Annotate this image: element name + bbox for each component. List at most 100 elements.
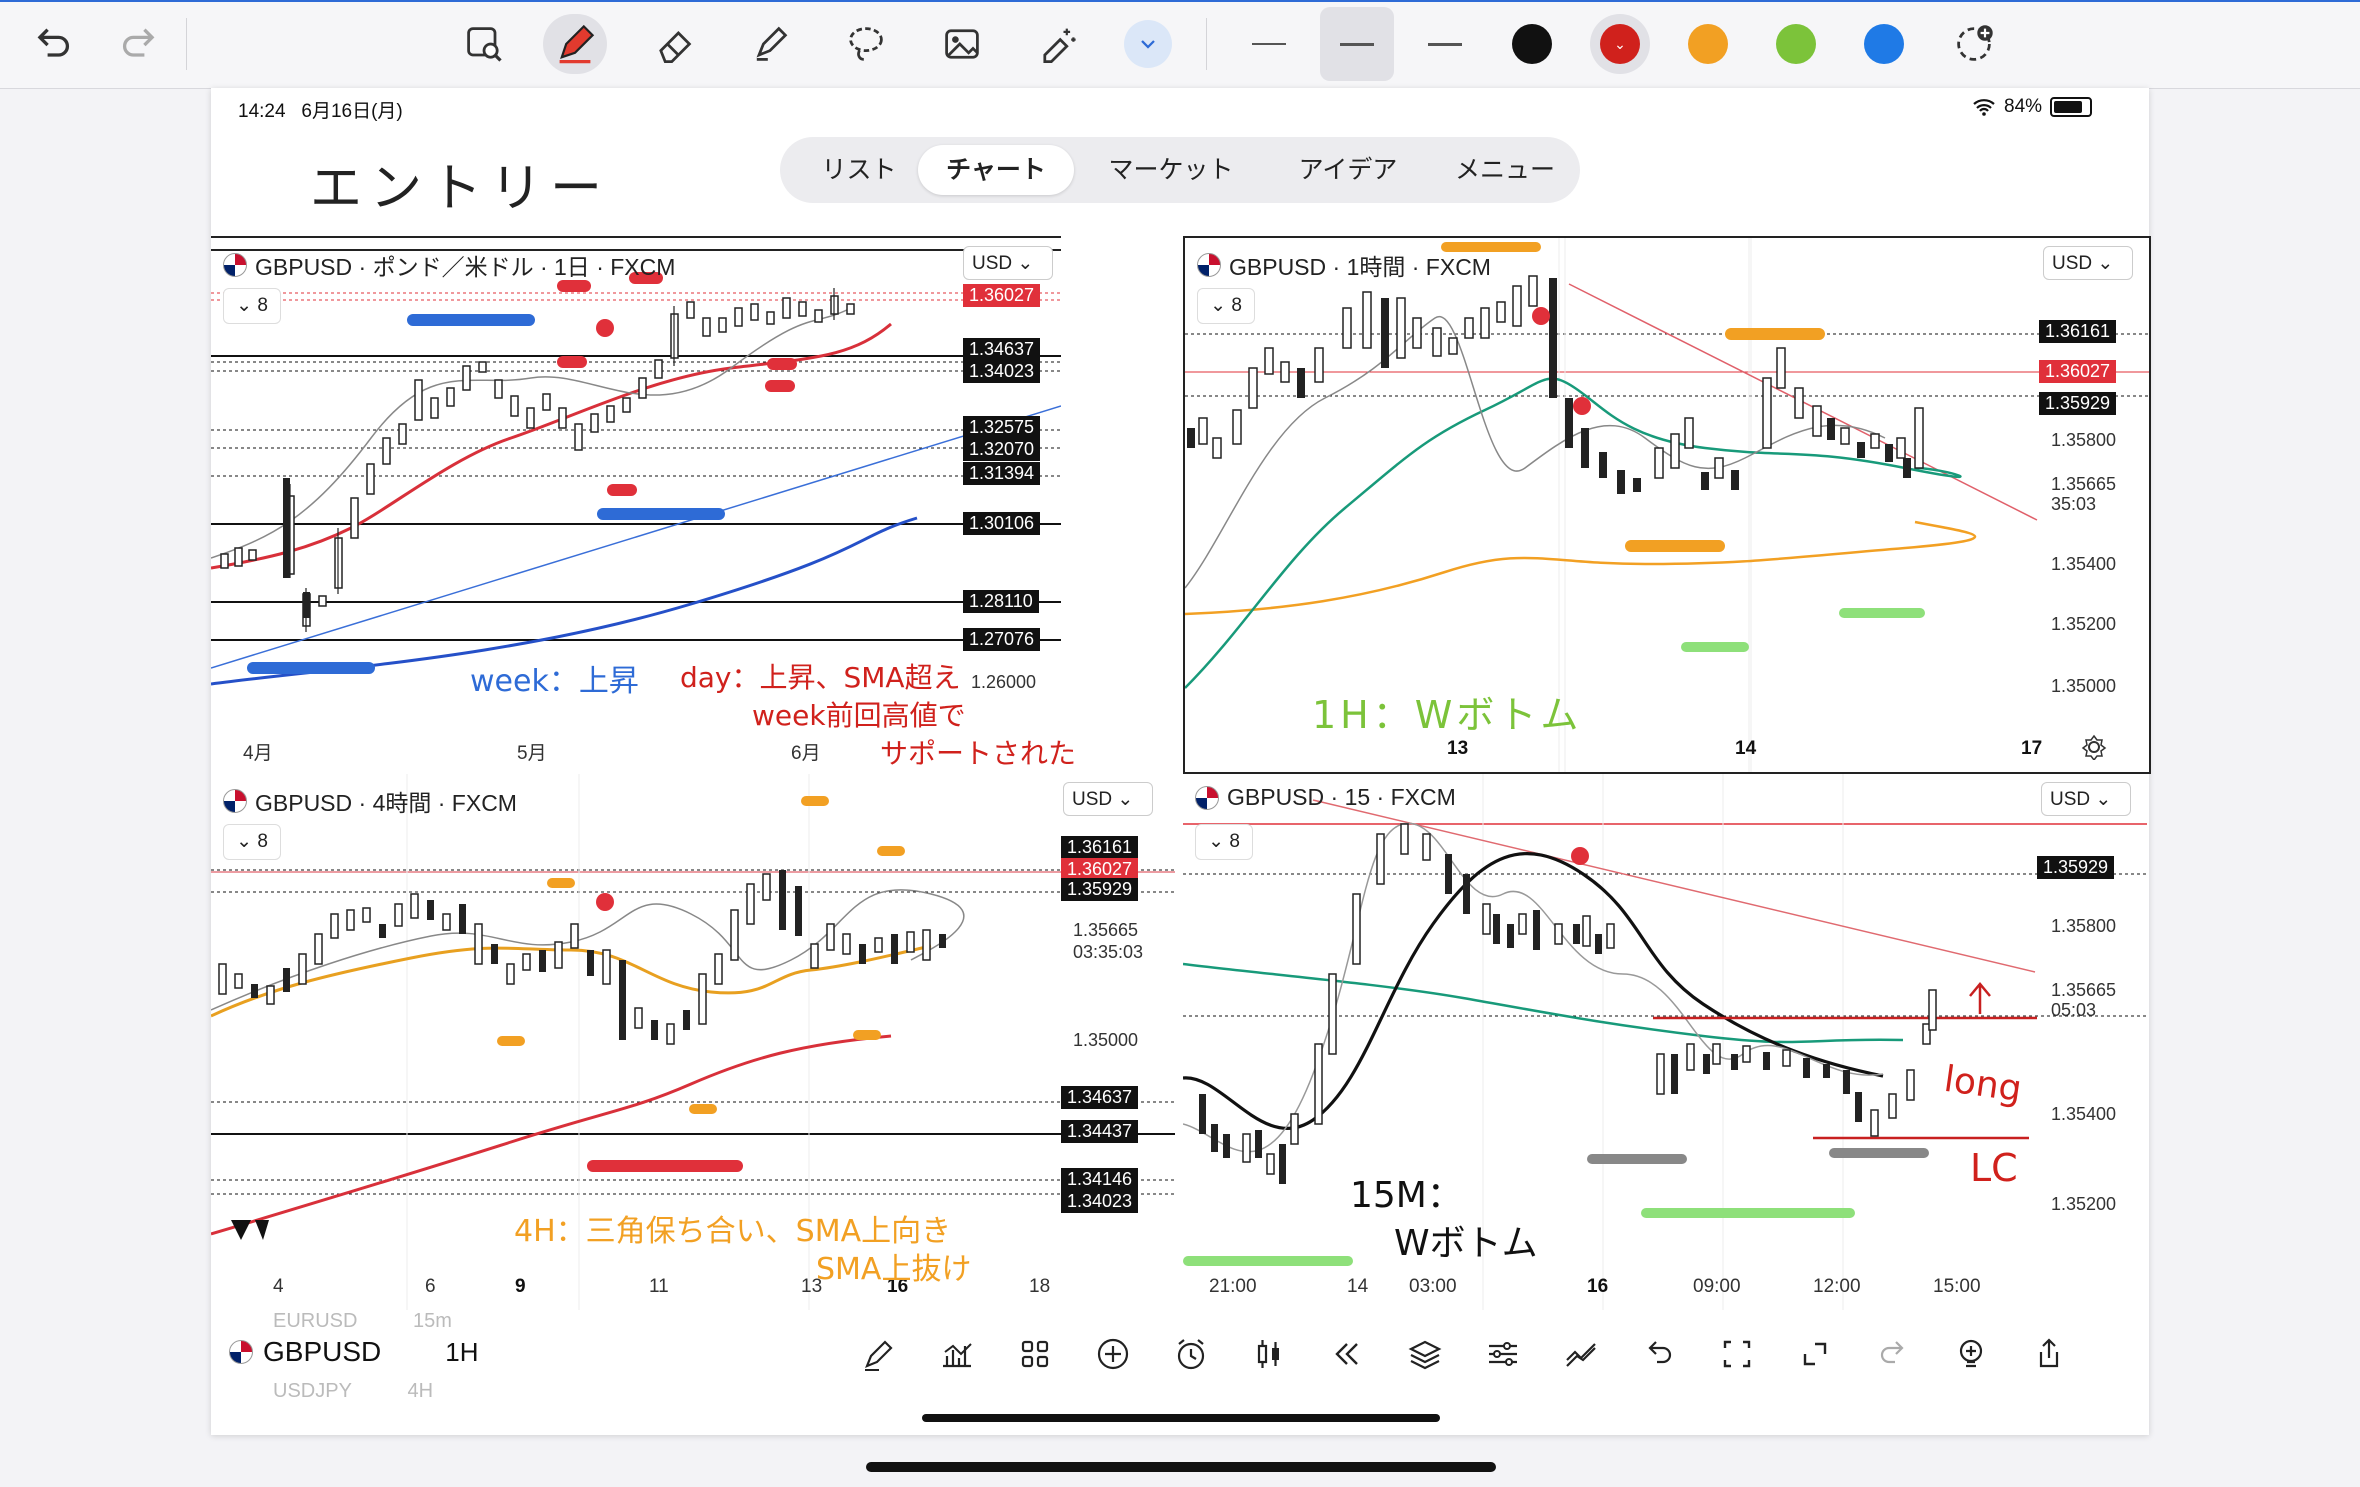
- h4-price-tag: 1.34437: [1061, 1120, 1139, 1143]
- h4-price-tag: 1.35929: [1061, 878, 1139, 901]
- annotation-toolbar: ⌄: [0, 0, 2360, 89]
- indicators-icon[interactable]: [933, 1330, 981, 1378]
- h4-price-tag: 1.34146: [1061, 1168, 1139, 1191]
- note-lc: LC: [1970, 1146, 2018, 1190]
- m15-x-label: 03:00: [1409, 1276, 1457, 1297]
- daily-price-tag: 1.32070: [963, 438, 1041, 461]
- symbol-label: GBPUSD: [263, 1336, 382, 1367]
- settings-sliders-icon[interactable]: [1479, 1330, 1527, 1378]
- m15-title-text: GBPUSD · 15 · FXCM: [1227, 784, 1456, 810]
- fullscreen-icon[interactable]: [1791, 1330, 1839, 1378]
- color-green-icon[interactable]: [1776, 24, 1816, 64]
- m15-x-label: 12:00: [1813, 1276, 1861, 1297]
- h4-x-label: 18: [1029, 1276, 1051, 1297]
- chart-bottom-toolbar: EURUSD 15m GBPUSD 1H USDJPY 4H: [211, 1310, 2149, 1402]
- h1-price-label: 1.35200: [2051, 614, 2117, 634]
- h4-price-tag: 1.34637: [1061, 1086, 1139, 1109]
- tab-list[interactable]: リスト: [794, 145, 924, 195]
- h1-price-tag: 1.36027: [2039, 360, 2117, 383]
- idea-bulb-icon[interactable]: [1947, 1330, 1995, 1378]
- daily-currency-select[interactable]: USD ⌄: [963, 246, 1053, 280]
- m15-chart-canvas: [1183, 774, 2147, 1310]
- daily-currency-label: USD: [972, 253, 1013, 274]
- gbp-flag-icon: [1197, 253, 1221, 277]
- daily-price-tag: 1.36027: [963, 284, 1041, 307]
- wifi-icon: [1973, 99, 1995, 116]
- h1-currency-label: USD: [2052, 253, 2093, 274]
- replay-icon[interactable]: [1323, 1330, 1371, 1378]
- redo-icon[interactable]: [1869, 1330, 1917, 1378]
- tab-market[interactable]: マーケット: [1080, 145, 1262, 195]
- status-time-date: 14:24 6月16日(月): [238, 96, 403, 123]
- h1-interval-dropdown[interactable]: ⌄ 8: [1197, 288, 1255, 324]
- compare-lines-icon[interactable]: [1557, 1330, 1605, 1378]
- daily-price-tag: 1.34637: [963, 338, 1041, 361]
- h1-title-text: GBPUSD · 1時間 · FXCM: [1229, 254, 1491, 280]
- tab-chart[interactable]: チャート: [918, 145, 1074, 195]
- share-icon[interactable]: [2025, 1330, 2073, 1378]
- daily-x-label: 6月: [791, 743, 821, 764]
- h4-currency-select[interactable]: USD ⌄: [1063, 782, 1153, 816]
- layout-grid-icon[interactable]: [1011, 1330, 1059, 1378]
- chevron-down-icon[interactable]: [1124, 20, 1172, 68]
- h4-interval-dropdown[interactable]: ⌄ 8: [223, 824, 281, 860]
- pen-icon[interactable]: [543, 14, 607, 74]
- gbp-flag-icon: [223, 789, 247, 813]
- m15-interval-dropdown[interactable]: ⌄ 8: [1195, 824, 1253, 860]
- stroke-medium-icon[interactable]: [1320, 7, 1394, 81]
- color-red-icon[interactable]: ⌄: [1590, 14, 1650, 74]
- daily-interval-dropdown[interactable]: ⌄ 8: [223, 288, 281, 324]
- h4-x-label: 4: [273, 1276, 284, 1297]
- layers-icon[interactable]: [1401, 1330, 1449, 1378]
- magic-eraser-icon[interactable]: [1026, 14, 1090, 74]
- m15-x-label: 14: [1347, 1276, 1369, 1297]
- h4-title: GBPUSD · 4時間 · FXCM: [223, 784, 517, 818]
- h1-price-label: 1.35400: [2051, 554, 2117, 574]
- color-blue-icon[interactable]: [1864, 24, 1904, 64]
- image-icon[interactable]: [930, 14, 994, 74]
- daily-interval-label: 8: [257, 295, 268, 316]
- crosshair-frame-icon[interactable]: [1713, 1330, 1761, 1378]
- add-icon[interactable]: [1089, 1330, 1137, 1378]
- settings-gear-icon[interactable]: [2081, 734, 2107, 762]
- m15-price-tag: 1.35929: [2037, 856, 2115, 879]
- daily-x-label: 5月: [517, 743, 547, 764]
- m15-currency-label: USD: [2050, 789, 2091, 810]
- tab-ideas[interactable]: アイデア: [1268, 145, 1428, 195]
- add-color-icon[interactable]: [1942, 14, 2006, 74]
- eraser-icon[interactable]: [642, 14, 706, 74]
- h1-currency-select[interactable]: USD ⌄: [2043, 246, 2133, 280]
- h4-currency-label: USD: [1072, 789, 1113, 810]
- highlighter-icon[interactable]: [738, 14, 802, 74]
- ghost-interval-below-text: 4H: [407, 1380, 434, 1402]
- gbp-flag-icon: [229, 1340, 253, 1364]
- redo-icon[interactable]: [108, 14, 172, 74]
- h1-x-label: 13: [1447, 738, 1469, 759]
- stroke-thick-icon[interactable]: [1428, 43, 1462, 46]
- chart-panel-15m[interactable]: GBPUSD · 15 · FXCM USD ⌄ ⌄ 8 1.35929 1.3…: [1183, 774, 2147, 1310]
- m15-currency-select[interactable]: USD ⌄: [2041, 782, 2131, 816]
- m15-price-label: 1.35400: [2051, 1104, 2117, 1124]
- stroke-thin-icon[interactable]: [1252, 43, 1286, 45]
- undo-icon[interactable]: [1635, 1330, 1683, 1378]
- note-title: エントリー: [310, 159, 611, 219]
- symbol-selector[interactable]: GBPUSD 1H: [229, 1336, 479, 1368]
- chevron-down-icon: ⌄: [1208, 831, 1225, 852]
- lasso-icon[interactable]: [834, 14, 898, 74]
- undo-icon[interactable]: [20, 14, 84, 74]
- alarm-icon[interactable]: [1167, 1330, 1215, 1378]
- image-search-icon[interactable]: [452, 14, 516, 74]
- ghost-symbol-above-text: EURUSD: [273, 1310, 358, 1332]
- color-orange-icon[interactable]: [1688, 24, 1728, 64]
- toolbar-accent-line: [0, 0, 2360, 2]
- h4-interval-label: 8: [257, 831, 268, 852]
- outer-home-indicator: [866, 1462, 1496, 1472]
- h1-price-tag: 1.35929: [2039, 392, 2117, 415]
- m15-x-label: 21:00: [1209, 1276, 1257, 1297]
- tab-menu[interactable]: メニュー: [1430, 145, 1580, 195]
- candlestick-icon[interactable]: [1245, 1330, 1293, 1378]
- draw-pen-icon[interactable]: [855, 1330, 903, 1378]
- color-black-icon[interactable]: [1512, 24, 1552, 64]
- note-week: week：上昇: [470, 664, 639, 699]
- h4-price-tag: 1.34023: [1061, 1190, 1139, 1213]
